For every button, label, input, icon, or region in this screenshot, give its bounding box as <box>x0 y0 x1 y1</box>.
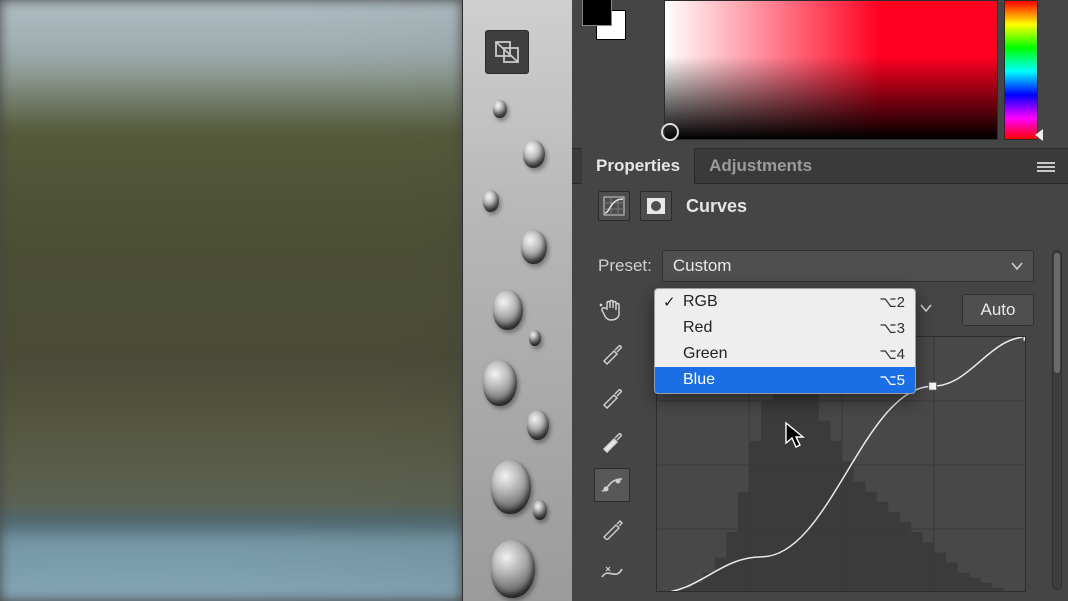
channel-option-red[interactable]: Red ⌥3 <box>655 315 915 341</box>
panels-area: Properties Adjustments Curves Preset: <box>572 0 1068 601</box>
brush-drop <box>529 330 541 346</box>
curves-tool-column <box>594 336 634 590</box>
channel-option-label: Red <box>683 319 712 337</box>
tab-properties[interactable]: Properties <box>582 148 695 184</box>
scrollbar-thumb[interactable] <box>1054 253 1060 373</box>
preset-row: Preset: Custom <box>572 246 1068 286</box>
panel-title: Curves <box>686 196 747 217</box>
brush-drop <box>533 500 547 520</box>
check-icon: ✓ <box>663 293 676 311</box>
edit-points-icon[interactable] <box>594 468 630 502</box>
curves-adjustment-icon[interactable] <box>598 191 630 221</box>
brush-drop <box>491 540 535 598</box>
channel-option-green[interactable]: Green ⌥4 <box>655 341 915 367</box>
smooth-curve-icon[interactable] <box>594 556 630 590</box>
auto-button[interactable]: Auto <box>962 294 1034 326</box>
layer-mask-icon[interactable] <box>640 191 672 221</box>
channel-option-label: Blue <box>683 371 715 389</box>
channel-option-label: Green <box>683 345 727 363</box>
hue-slider-marker[interactable] <box>1035 129 1043 141</box>
brush-drop <box>523 140 545 168</box>
chevron-down-icon <box>1011 256 1023 276</box>
channel-option-shortcut: ⌥4 <box>879 345 905 363</box>
preset-label: Preset: <box>598 256 652 276</box>
tab-label: Properties <box>596 156 680 176</box>
channel-option-shortcut: ⌥3 <box>879 319 905 337</box>
panel-scrollbar[interactable] <box>1052 250 1062 590</box>
brush-drop <box>493 290 523 330</box>
channel-option-blue[interactable]: Blue ⌥5 <box>655 367 915 393</box>
color-field[interactable] <box>664 0 998 140</box>
channel-option-rgb[interactable]: ✓ RGB ⌥2 <box>655 289 915 315</box>
brush-drop <box>483 360 517 406</box>
eyedropper-gray-icon[interactable] <box>594 380 630 414</box>
overlap-shapes-icon[interactable] <box>485 30 529 74</box>
eyedropper-black-icon[interactable] <box>594 336 630 370</box>
brush-drop <box>493 100 507 118</box>
pencil-draw-icon[interactable] <box>594 512 630 546</box>
brush-drop <box>491 460 531 514</box>
brush-drop <box>483 190 499 212</box>
channel-option-shortcut: ⌥5 <box>879 371 905 389</box>
curve-point[interactable] <box>1023 337 1026 341</box>
chevron-down-icon <box>920 300 932 316</box>
eyedropper-white-icon[interactable] <box>594 424 630 458</box>
auto-button-label: Auto <box>981 300 1016 320</box>
foreground-background-swatch[interactable] <box>582 0 626 40</box>
channel-option-label: RGB <box>683 293 718 311</box>
channel-option-shortcut: ⌥2 <box>879 293 905 311</box>
panel-header: Curves <box>572 184 1068 228</box>
foreground-color-swatch[interactable] <box>582 0 612 26</box>
hue-slider[interactable] <box>1004 0 1038 140</box>
panel-menu-icon[interactable] <box>1032 149 1060 185</box>
tab-adjustments[interactable]: Adjustments <box>695 148 826 184</box>
channel-dropdown[interactable]: ✓ RGB ⌥2 Red ⌥3 Green ⌥4 Blue ⌥5 <box>654 288 916 394</box>
preset-select[interactable]: Custom <box>662 250 1034 282</box>
color-field-selector[interactable] <box>661 123 679 141</box>
brush-drop <box>527 410 549 440</box>
brush-drop <box>521 230 547 264</box>
document-canvas[interactable] <box>0 0 462 601</box>
curve-point[interactable] <box>929 382 937 390</box>
targeted-adjustment-icon[interactable] <box>594 295 628 325</box>
preset-value: Custom <box>673 256 732 276</box>
tool-strip <box>462 0 572 601</box>
panel-tabs: Properties Adjustments <box>572 148 1068 184</box>
tab-label: Adjustments <box>709 156 812 176</box>
